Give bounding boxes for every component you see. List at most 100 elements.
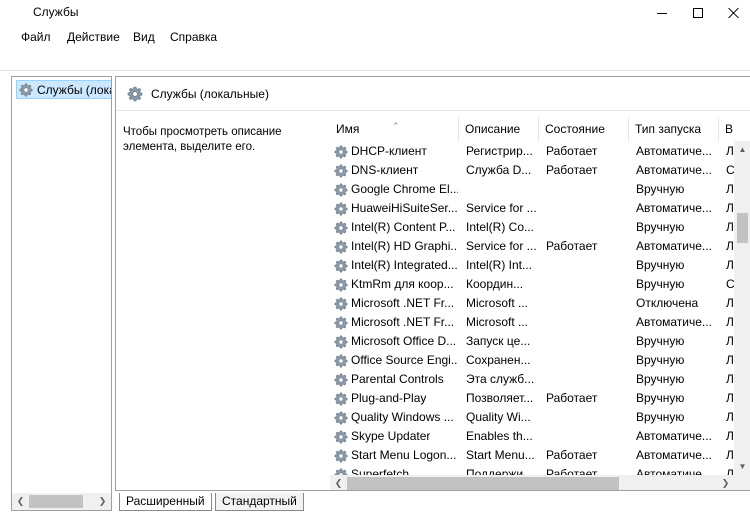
- service-row[interactable]: Plug-and-Play Позволяет... Работает Вручную…: [330, 389, 736, 408]
- service-row[interactable]: Intel(R) HD Graphi... Service for ... Рабо…: [330, 237, 736, 256]
- menu-file[interactable]: Файл: [21, 30, 51, 44]
- column-name-label: Имя: [336, 122, 360, 136]
- service-description: [466, 180, 542, 199]
- tree-item-services-local[interactable]: Службы (локальные): [16, 80, 111, 99]
- scroll-thumb[interactable]: [737, 213, 748, 243]
- service-state: [546, 370, 630, 389]
- tree-horizontal-scrollbar[interactable]: ❮ ❯: [12, 493, 111, 510]
- maximize-icon: [693, 8, 703, 18]
- service-startup-type: Автоматиче...: [636, 239, 712, 253]
- service-state: [546, 275, 630, 294]
- horizontal-scrollbar[interactable]: ❮ ❯: [330, 475, 750, 490]
- service-name-cell: Microsoft .NET Fr...: [334, 294, 458, 313]
- service-name-cell: HuaweiHiSuiteSer...: [334, 199, 458, 218]
- service-row[interactable]: Google Chrome El... Вручную Л: [330, 180, 736, 199]
- tab-standard[interactable]: Стандартный: [215, 493, 304, 511]
- gear-icon: [334, 316, 348, 330]
- service-startup-type: Отключена: [636, 296, 699, 310]
- column-header-logon[interactable]: В: [719, 117, 750, 141]
- menu-bar: Файл Действие Вид Справка: [0, 27, 750, 49]
- console-tree: Службы (локальные) ❮ ❯: [11, 76, 112, 511]
- column-header-startup[interactable]: Тип запуска: [629, 117, 719, 141]
- service-state: [546, 351, 630, 370]
- service-name-cell: Quality Windows ...: [334, 408, 458, 427]
- service-name-cell: Intel(R) Content P...: [334, 218, 458, 237]
- service-row[interactable]: Intel(R) Content P... Intel(R) Co... Вручн…: [330, 218, 736, 237]
- service-row[interactable]: Intel(R) Integrated... Intel(R) Int... Вру…: [330, 256, 736, 275]
- service-name: Microsoft .NET Fr...: [351, 296, 455, 310]
- vertical-scrollbar[interactable]: ▲ ▼: [734, 141, 750, 475]
- minimize-icon: [657, 12, 667, 14]
- service-state: [546, 427, 630, 446]
- service-row[interactable]: DNS-клиент Служба D... Работает Автоматиче.…: [330, 161, 736, 180]
- gear-icon: [334, 430, 348, 444]
- service-startup-type: Вручную: [636, 334, 685, 348]
- service-row[interactable]: Quality Windows ... Quality Wi... Вручную Л: [330, 408, 736, 427]
- column-header-name[interactable]: Имя ⌃: [330, 117, 459, 141]
- service-name: Superfetch: [351, 467, 410, 475]
- service-name-cell: Microsoft .NET Fr...: [334, 313, 458, 332]
- gear-icon: [334, 392, 348, 406]
- pane-header: Службы (локальные): [116, 77, 750, 111]
- gear-icon: [334, 183, 348, 197]
- scroll-right-arrow-icon[interactable]: ❯: [94, 493, 111, 510]
- gear-icon: [334, 411, 348, 425]
- service-name: HuaweiHiSuiteSer...: [351, 201, 458, 215]
- menu-view[interactable]: Вид: [133, 30, 155, 44]
- service-state: Работает: [546, 163, 598, 177]
- service-row[interactable]: Superfetch Поддержи... Работает Автоматиче.…: [330, 465, 736, 475]
- service-description: Service for ...: [466, 239, 537, 253]
- service-state: Работает: [546, 391, 598, 405]
- scroll-left-arrow-icon[interactable]: ❮: [12, 493, 29, 510]
- scroll-left-arrow-icon[interactable]: ❮: [330, 475, 347, 490]
- gear-icon: [334, 145, 348, 159]
- service-state: [546, 256, 630, 275]
- scroll-down-arrow-icon[interactable]: ▼: [734, 458, 750, 475]
- scroll-right-arrow-icon[interactable]: ❯: [717, 475, 734, 490]
- service-state: [546, 180, 630, 199]
- gear-icon: [19, 83, 33, 97]
- gear-icon: [127, 86, 143, 102]
- service-state: [546, 408, 630, 427]
- service-state: [546, 332, 630, 351]
- service-name: Intel(R) HD Graphi...: [351, 239, 458, 253]
- service-name: DNS-клиент: [351, 163, 419, 177]
- description-hint: Чтобы просмотреть описание элемента, выд…: [123, 126, 282, 153]
- service-row[interactable]: Microsoft Office D... Запуск це... Вручную…: [330, 332, 736, 351]
- service-name-cell: DHCP-клиент: [334, 142, 458, 161]
- menu-action[interactable]: Действие: [67, 30, 120, 44]
- service-name-cell: Start Menu Logon...: [334, 446, 458, 465]
- column-header-state[interactable]: Состояние: [539, 117, 629, 141]
- service-row[interactable]: Start Menu Logon... Start Menu... Работает…: [330, 446, 736, 465]
- tab-extended[interactable]: Расширенный: [119, 493, 212, 511]
- service-row[interactable]: HuaweiHiSuiteSer... Service for ... Автома…: [330, 199, 736, 218]
- service-description: Эта служб...: [466, 372, 535, 386]
- service-state: [546, 294, 630, 313]
- service-row[interactable]: Parental Controls Эта служб... Вручную Л: [330, 370, 736, 389]
- service-row[interactable]: KtmRm для коор... Координ... Вручную С: [330, 275, 736, 294]
- close-button[interactable]: [712, 0, 750, 26]
- scroll-thumb[interactable]: [29, 495, 83, 508]
- scroll-up-arrow-icon[interactable]: ▲: [734, 141, 750, 158]
- service-row[interactable]: Office Source Engi... Сохранен... Вручную Л: [330, 351, 736, 370]
- service-name-cell: KtmRm для коор...: [334, 275, 458, 294]
- service-name: Plug-and-Play: [351, 391, 427, 405]
- service-row[interactable]: Skype Updater Enables th... Автоматиче... Л: [330, 427, 736, 446]
- service-startup-type: Автоматиче...: [636, 201, 712, 215]
- scroll-thumb[interactable]: [347, 477, 619, 490]
- service-startup-type: Автоматиче...: [636, 144, 712, 158]
- service-name: Google Chrome El...: [351, 182, 458, 196]
- service-row[interactable]: DHCP-клиент Регистрир... Работает Автоматич…: [330, 142, 736, 161]
- column-header-description[interactable]: Описание: [459, 117, 539, 141]
- service-description: Позволяет...: [466, 391, 534, 405]
- service-name-cell: Office Source Engi...: [334, 351, 458, 370]
- service-name: Microsoft .NET Fr...: [351, 315, 455, 329]
- menu-help[interactable]: Справка: [170, 30, 217, 44]
- service-description: Quality Wi...: [466, 410, 531, 424]
- service-startup-type: Вручную: [636, 391, 685, 405]
- service-row[interactable]: Microsoft .NET Fr... Microsoft ... Отключе…: [330, 294, 736, 313]
- service-startup-type: Автоматиче...: [636, 467, 712, 475]
- gear-icon: [334, 373, 348, 387]
- toolbar: [0, 49, 750, 71]
- service-row[interactable]: Microsoft .NET Fr... Microsoft ... Автомат…: [330, 313, 736, 332]
